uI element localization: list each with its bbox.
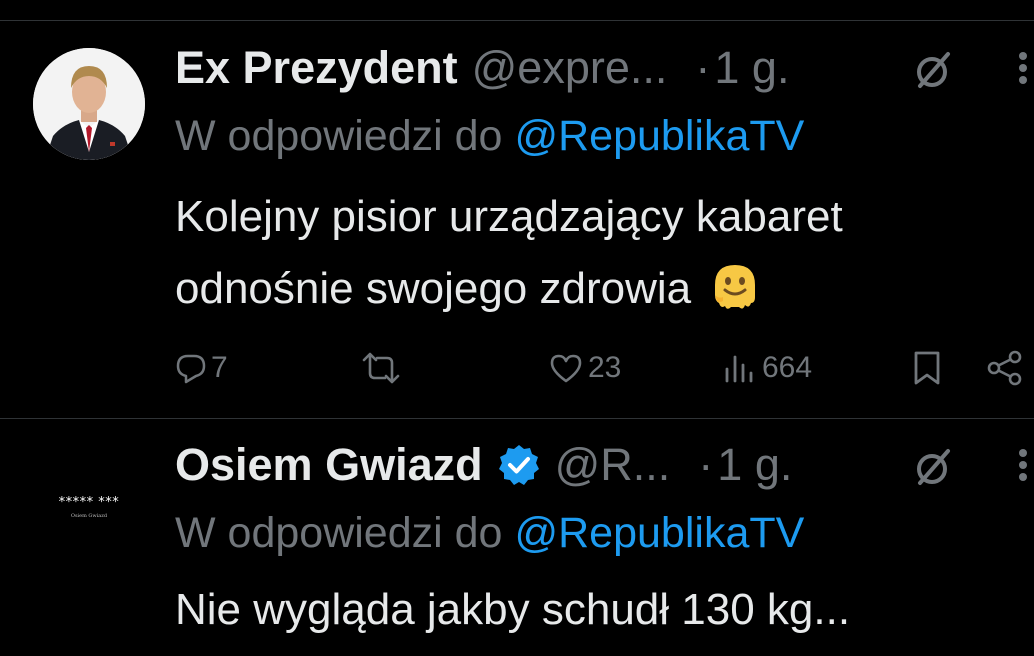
user-handle[interactable]: @expre... <box>472 38 668 98</box>
reply-context: W odpowiedzi do @RepublikaTV <box>175 505 804 561</box>
separator-dot: · <box>698 439 714 490</box>
like-button[interactable]: 23 <box>548 348 621 388</box>
timestamp[interactable]: 1 g. <box>717 435 792 495</box>
verified-badge-icon <box>498 445 539 485</box>
reply-context: W odpowiedzi do @RepublikaTV <box>175 108 804 164</box>
tweet-1[interactable]: Ex Prezydent @expre... · 1 g. W odpowied… <box>0 0 1034 418</box>
bookmark-button[interactable] <box>911 348 943 388</box>
tweet-text-content: Nie wygląda jakby schudł 130 kg... <box>175 585 851 634</box>
grok-icon[interactable] <box>910 443 958 491</box>
repost-icon <box>362 352 400 384</box>
reply-icon <box>176 354 206 384</box>
reply-button[interactable]: 7 <box>175 348 228 388</box>
grok-icon[interactable] <box>910 46 958 94</box>
like-count: 23 <box>588 351 622 384</box>
display-name[interactable]: Ex Prezydent <box>175 38 458 98</box>
display-name[interactable]: Osiem Gwiazd <box>175 435 483 495</box>
tweet-text: Nie wygląda jakby schudł 130 kg... <box>175 574 1025 646</box>
avatar-photo-icon <box>33 48 145 160</box>
tweet-header: Ex Prezydent @expre... · 1 g. <box>175 38 789 98</box>
reply-prefix: W odpowiedzi do <box>175 112 503 160</box>
timestamp[interactable]: 1 g. <box>714 38 789 98</box>
separator-dot: · <box>695 42 711 93</box>
reply-count: 7 <box>211 351 228 384</box>
share-icon <box>987 350 1022 386</box>
avatar-logo-subtext: Osiem Gwiazd <box>70 513 108 519</box>
heart-icon <box>550 354 582 383</box>
reply-prefix: W odpowiedzi do <box>175 509 503 557</box>
reply-mention-link[interactable]: @RepublikaTV <box>514 112 804 160</box>
reply-mention-link[interactable]: @RepublikaTV <box>514 509 804 557</box>
bookmark-icon <box>914 351 940 385</box>
tweet-2[interactable]: ***** *** Osiem Gwiazd Osiem Gwiazd @R..… <box>0 419 1034 656</box>
more-options-icon[interactable] <box>1012 435 1034 495</box>
avatar[interactable] <box>33 48 145 160</box>
tweet-text: Kolejny pisior urządzający kabaret odnoś… <box>175 181 1025 325</box>
views-count: 664 <box>762 351 813 384</box>
avatar-logo-text: ***** *** <box>58 495 120 510</box>
repost-button[interactable] <box>358 348 408 388</box>
avatar[interactable]: ***** *** Osiem Gwiazd <box>33 453 145 565</box>
user-handle[interactable]: @R... <box>555 435 671 495</box>
tweet-header: Osiem Gwiazd @R... · 1 g. <box>175 435 792 495</box>
more-options-icon[interactable] <box>1012 38 1034 98</box>
melting-face-icon <box>715 265 756 309</box>
views-button[interactable]: 664 <box>722 348 812 388</box>
share-button[interactable] <box>985 348 1025 388</box>
views-chart-icon <box>725 355 753 383</box>
